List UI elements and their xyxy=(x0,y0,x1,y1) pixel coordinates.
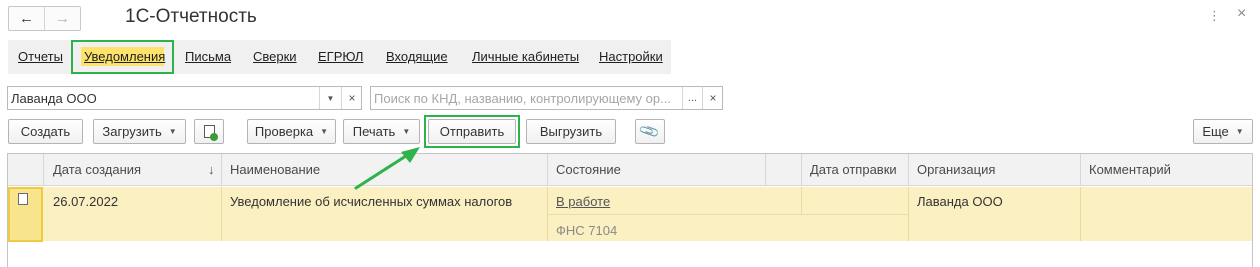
column-divider xyxy=(43,154,44,186)
paperclip-icon: 📎 xyxy=(638,119,662,143)
tab-reconciliations[interactable]: Сверки xyxy=(253,49,297,64)
attach-button[interactable]: 📎 xyxy=(635,119,665,144)
sort-descending-icon[interactable]: ↓ xyxy=(208,162,215,177)
print-button-label: Печать xyxy=(352,124,396,139)
cell-status-link[interactable]: В работе xyxy=(556,194,610,209)
cell-name: Уведомление об исчисленных суммах налого… xyxy=(230,194,513,209)
cell-divider xyxy=(1080,187,1081,241)
load-button[interactable]: Загрузить ▼ xyxy=(93,119,186,144)
tab-reports[interactable]: Отчеты xyxy=(18,49,63,64)
window-title: 1С-Отчетность xyxy=(125,6,257,27)
chevron-down-icon: ▼ xyxy=(320,127,329,136)
column-name[interactable]: Наименование xyxy=(230,162,320,177)
create-button[interactable]: Создать xyxy=(8,119,83,144)
cell-divider xyxy=(908,187,909,241)
send-button-highlight-frame xyxy=(424,115,520,148)
close-icon[interactable]: × xyxy=(1237,5,1246,23)
column-organization[interactable]: Организация xyxy=(917,162,995,177)
tab-settings[interactable]: Настройки xyxy=(599,49,663,64)
document-icon xyxy=(18,193,28,205)
tab-personal-accounts[interactable]: Личные кабинеты xyxy=(472,49,579,64)
title-bar: ← → 1С-Отчетность ⋮ × xyxy=(0,0,1260,36)
check-button[interactable]: Проверка ▼ xyxy=(247,119,336,144)
column-divider xyxy=(1080,154,1081,186)
navigation-buttons: ← → xyxy=(8,6,81,31)
cell-divider xyxy=(801,187,802,214)
search-input[interactable] xyxy=(374,89,679,107)
more-button[interactable]: Еще ▼ xyxy=(1193,119,1253,144)
tab-incoming[interactable]: Входящие xyxy=(386,49,448,64)
tab-letters[interactable]: Письма xyxy=(185,49,231,64)
search-select-button[interactable]: ... xyxy=(682,87,702,109)
column-divider xyxy=(547,154,548,186)
cell-divider xyxy=(221,187,222,241)
add-document-icon xyxy=(203,125,218,141)
search-field[interactable]: ... × xyxy=(370,86,723,110)
column-divider xyxy=(221,154,222,186)
cell-divider xyxy=(548,214,908,215)
more-vertical-icon[interactable]: ⋮ xyxy=(1208,8,1221,24)
print-button[interactable]: Печать ▼ xyxy=(343,119,420,144)
clear-icon[interactable]: × xyxy=(341,87,362,109)
chevron-down-icon: ▼ xyxy=(168,127,177,136)
check-button-label: Проверка xyxy=(254,124,314,139)
create-button-label: Создать xyxy=(20,124,71,139)
back-arrow-icon[interactable]: ← xyxy=(9,7,45,30)
table-header: Дата создания ↓ Наименование Состояние Д… xyxy=(8,154,1252,186)
tab-egrul[interactable]: ЕГРЮЛ xyxy=(318,49,363,64)
column-divider xyxy=(765,154,766,186)
organization-filter-value: Лаванда ООО xyxy=(11,91,97,106)
dropdown-icon[interactable]: ▼ xyxy=(319,87,341,109)
chevron-down-icon: ▼ xyxy=(1235,127,1244,136)
organization-filter[interactable]: Лаванда ООО ▼ × xyxy=(7,86,362,110)
add-document-button[interactable] xyxy=(194,119,224,144)
cell-date-created: 26.07.2022 xyxy=(53,194,119,209)
column-date-created[interactable]: Дата создания xyxy=(53,162,141,177)
more-button-label: Еще xyxy=(1202,124,1229,139)
load-button-label: Загрузить xyxy=(102,124,162,139)
forward-arrow-icon[interactable]: → xyxy=(45,7,80,30)
chevron-down-icon: ▼ xyxy=(402,127,411,136)
export-button-label: Выгрузить xyxy=(539,124,603,139)
column-divider xyxy=(908,154,909,186)
column-comment[interactable]: Комментарий xyxy=(1089,162,1171,177)
export-button[interactable]: Выгрузить xyxy=(526,119,616,144)
column-divider xyxy=(801,154,802,186)
tab-highlight-frame xyxy=(71,40,174,74)
cell-status-recipient: ФНС 7104 xyxy=(556,223,618,238)
column-date-sent[interactable]: Дата отправки xyxy=(810,162,897,177)
cell-organization: Лаванда ООО xyxy=(917,194,1003,209)
search-clear-icon[interactable]: × xyxy=(702,87,723,109)
column-status[interactable]: Состояние xyxy=(556,162,621,177)
